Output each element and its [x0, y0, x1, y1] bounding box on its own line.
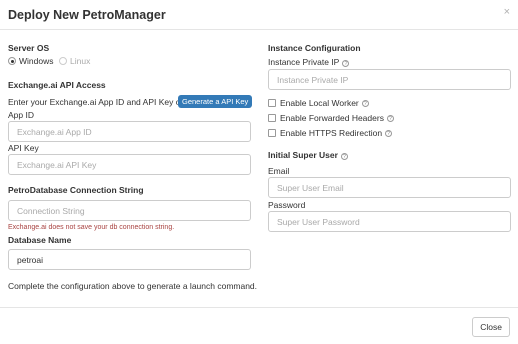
super-user-heading: Initial Super User?: [268, 150, 348, 160]
api-key-label: API Key: [8, 143, 39, 153]
checkbox-icon[interactable]: [268, 114, 276, 122]
radio-icon[interactable]: [59, 57, 67, 65]
help-circle-icon[interactable]: ?: [340, 153, 348, 160]
radio-windows[interactable]: Windows: [8, 56, 53, 66]
help-circle-icon[interactable]: ?: [361, 99, 369, 107]
https-redirection-label: Enable HTTPS Redirection: [280, 128, 383, 138]
connection-string-heading: PetroDatabase Connection String: [8, 185, 144, 195]
radio-linux-label: Linux: [70, 56, 91, 66]
checkbox-forwarded-headers[interactable]: Enable Forwarded Headers?: [268, 113, 394, 123]
private-ip-input[interactable]: [268, 69, 511, 90]
help-circle-icon[interactable]: ?: [386, 114, 394, 122]
server-os-heading: Server OS: [8, 43, 50, 53]
generate-api-key-button[interactable]: Generate a API Key: [178, 95, 253, 108]
super-user-heading-text: Initial Super User: [268, 150, 338, 160]
database-name-heading: Database Name: [8, 235, 72, 245]
api-key-input[interactable]: [8, 154, 251, 175]
api-access-instructions: Enter your Exchange.ai App ID and API Ke…: [8, 97, 184, 107]
modal-footer: Close: [0, 307, 518, 344]
modal-title: Deploy New PetroManager: [8, 8, 166, 22]
local-worker-label: Enable Local Worker: [280, 98, 359, 108]
connection-warning: Exchange.ai does not save your db connec…: [8, 224, 175, 231]
checkbox-icon[interactable]: [268, 129, 276, 137]
radio-windows-label: Windows: [19, 56, 54, 66]
connection-string-input[interactable]: [8, 200, 251, 221]
help-circle-icon[interactable]: ?: [342, 60, 350, 67]
database-name-input[interactable]: [8, 249, 251, 270]
launch-command-note: Complete the configuration above to gene…: [8, 281, 258, 291]
app-id-label: App ID: [8, 110, 34, 120]
private-ip-label: Instance Private IP?: [268, 57, 350, 67]
private-ip-label-text: Instance Private IP: [268, 57, 340, 67]
email-label: Email: [268, 166, 290, 176]
close-button[interactable]: Close: [472, 317, 510, 337]
api-access-heading: Exchange.ai API Access: [8, 80, 106, 90]
password-label: Password: [268, 200, 306, 210]
forwarded-headers-label: Enable Forwarded Headers: [280, 113, 384, 123]
checkbox-https-redirection[interactable]: Enable HTTPS Redirection?: [268, 128, 393, 138]
close-icon[interactable]: ×: [504, 6, 510, 18]
checkbox-local-worker[interactable]: Enable Local Worker?: [268, 98, 369, 108]
modal-header: Deploy New PetroManager ×: [0, 0, 518, 30]
help-circle-icon[interactable]: ?: [385, 129, 393, 137]
super-user-email-input[interactable]: [268, 177, 511, 198]
instance-config-heading: Instance Configuration: [268, 43, 361, 53]
checkbox-icon[interactable]: [268, 99, 276, 107]
app-id-input[interactable]: [8, 121, 251, 142]
radio-linux[interactable]: Linux: [59, 56, 90, 66]
deploy-modal: Deploy New PetroManager × Server OS Wind…: [0, 0, 518, 344]
radio-icon-checked[interactable]: [8, 57, 16, 65]
super-user-password-input[interactable]: [268, 211, 511, 232]
